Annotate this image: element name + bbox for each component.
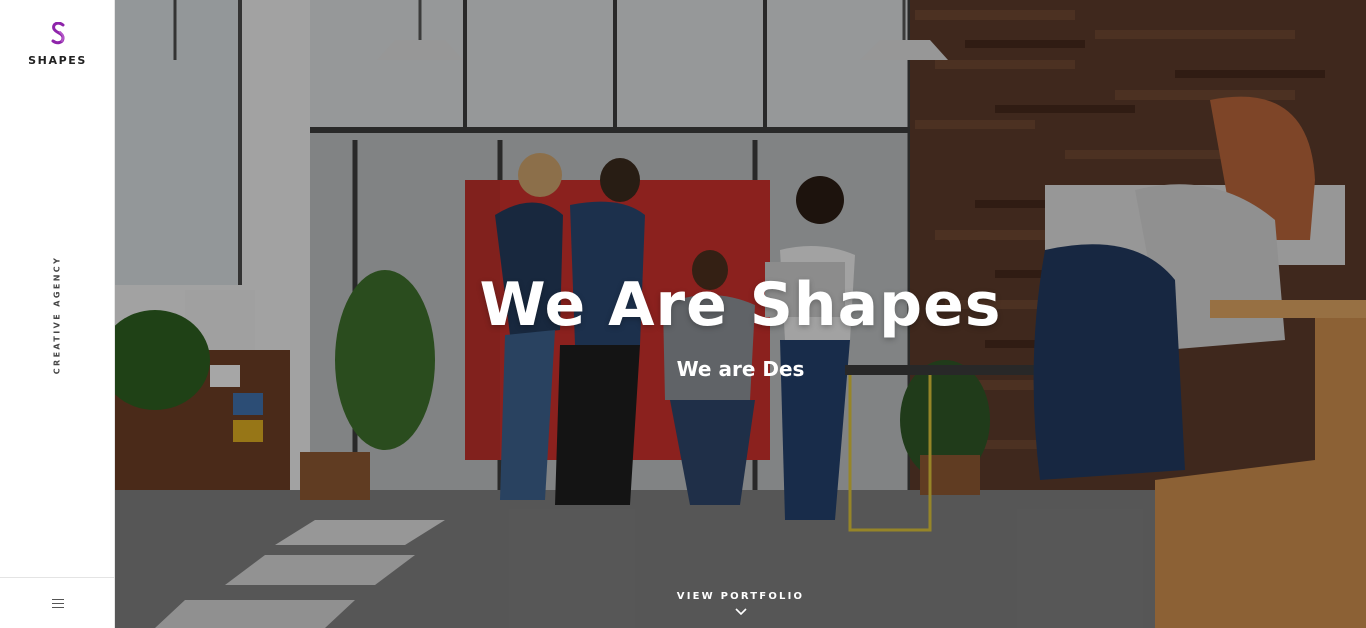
hero-title: We Are Shapes	[479, 270, 1002, 340]
view-portfolio-button[interactable]: VIEW PORTFOLIO	[115, 586, 1366, 615]
brand-name: SHAPES	[28, 54, 87, 67]
sidebar-footer	[0, 577, 115, 628]
hamburger-menu-icon[interactable]	[51, 598, 64, 608]
brand-tagline: CREATIVE AGENCY	[52, 255, 62, 375]
hero-section: We Are Shapes We are Des VIEW PORTFOLIO	[115, 0, 1366, 628]
sidebar: SHAPES CREATIVE AGENCY	[0, 0, 115, 628]
view-portfolio-label: VIEW PORTFOLIO	[676, 591, 805, 602]
hero-subtitle: We are Des	[676, 357, 805, 381]
s-logo-icon	[51, 22, 65, 45]
chevron-down-icon	[734, 608, 747, 615]
logo-link[interactable]: SHAPES	[0, 22, 115, 67]
